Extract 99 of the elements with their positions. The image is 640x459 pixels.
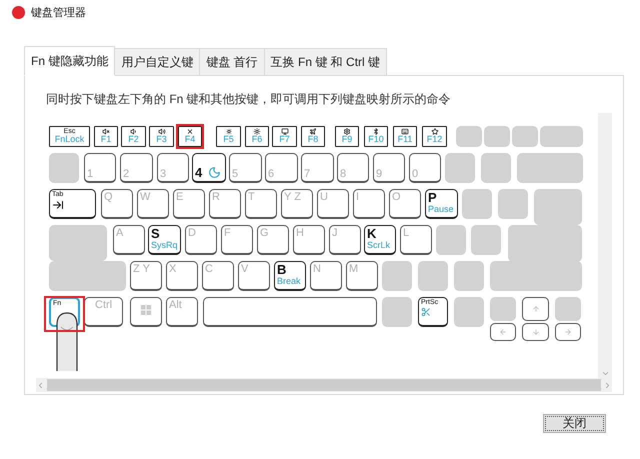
tab[interactable]: 用户自定义键 — [114, 48, 200, 75]
app-logo-icon — [12, 6, 25, 18]
blank-key — [418, 261, 448, 291]
blank-key — [462, 189, 492, 219]
key-label: 9 — [376, 168, 382, 180]
blank-key — [512, 126, 538, 147]
key-function-label: F3 — [156, 135, 167, 145]
blank-key — [456, 126, 482, 147]
key-label: E — [176, 191, 184, 204]
blank-key — [454, 261, 484, 291]
blank-key — [436, 225, 466, 255]
scrollbar-thumb[interactable] — [47, 379, 601, 391]
key-function-label: F2 — [128, 135, 139, 145]
blank-key — [498, 189, 528, 219]
key-label: D — [188, 227, 196, 240]
key-label: 2 — [123, 168, 130, 180]
blank-key — [555, 297, 581, 321]
key-function-label: F1 — [100, 135, 112, 145]
key-function-label: FnLock — [54, 135, 84, 146]
blank-key — [49, 153, 79, 183]
scroll-left-icon[interactable] — [36, 380, 45, 390]
arrow-up-icon — [532, 305, 540, 313]
blank-key — [382, 261, 412, 291]
key-label: 5 — [232, 168, 238, 180]
key-label: S — [151, 227, 160, 242]
key-label: Ctrl — [95, 299, 112, 312]
key-label: 1 — [87, 168, 94, 180]
key-function-label: F6 — [252, 135, 262, 145]
key-label: 7 — [304, 168, 310, 180]
key-label: B — [277, 263, 286, 278]
key-function-label: F10 — [368, 135, 384, 145]
key-label: G — [260, 227, 269, 240]
key-function-label: F12 — [426, 135, 442, 145]
key-label: K — [367, 227, 376, 242]
key-function-label: F7 — [279, 135, 290, 145]
key-label: I — [356, 191, 360, 204]
blank-key — [484, 126, 510, 147]
tab[interactable]: 键盘 首行 — [199, 48, 265, 75]
blank-key — [534, 189, 582, 225]
key-function-label: F5 — [223, 135, 234, 145]
arrow-left-icon — [499, 328, 507, 336]
blank-key — [481, 153, 511, 183]
scissors-icon — [421, 306, 431, 317]
key-label: W — [140, 191, 150, 204]
key-function-label: Pause — [428, 205, 454, 216]
key-label: T — [248, 191, 255, 204]
blank-key — [490, 297, 516, 321]
scroll-right-icon[interactable] — [603, 380, 612, 390]
key-label: 0 — [412, 168, 418, 180]
arrow-right-icon — [564, 328, 572, 336]
moon-icon — [208, 166, 222, 180]
blank-key — [517, 153, 583, 183]
key-label: O — [392, 191, 401, 204]
instruction-text: 同时按下键盘左下角的 Fn 键和其他按键，即可调用下列键盘映射所示的命令 — [45, 91, 452, 105]
tab[interactable]: 互换 Fn 键 和 Ctrl 键 — [264, 48, 388, 75]
key-function-label: F11 — [398, 135, 412, 145]
arrow-down-icon — [532, 328, 540, 336]
horizontal-scrollbar[interactable] — [36, 378, 612, 392]
blank-key — [454, 297, 484, 327]
key-function-label: Break — [277, 277, 301, 288]
tab-arrow-icon — [52, 198, 64, 211]
finger-drawing — [54, 311, 80, 371]
key-function-label: F4 — [184, 135, 196, 145]
blank-key — [471, 225, 501, 255]
blank-key — [49, 225, 107, 261]
key-label: 6 — [268, 168, 274, 180]
key-label: Alt — [169, 299, 182, 312]
close-button[interactable]: 关闭 — [543, 414, 606, 433]
key-label: Z Y — [133, 263, 150, 276]
key-label: 3 — [160, 168, 166, 180]
windows-logo-icon — [141, 305, 151, 315]
key-label: 4 — [195, 166, 202, 180]
blank-key — [540, 126, 583, 147]
window-title: 键盘管理器 — [31, 6, 86, 20]
key-label: J — [332, 227, 338, 240]
key-function-label: F9 — [342, 135, 352, 145]
key-label: V — [241, 263, 248, 276]
key-label: H — [296, 227, 304, 240]
blank-key — [445, 153, 475, 183]
key-label: P — [428, 191, 437, 206]
key-function-label: F8 — [308, 135, 318, 145]
key-label: Y Z — [284, 191, 301, 204]
key-label: X — [169, 263, 176, 276]
key-label: L — [403, 227, 410, 240]
key-label: A — [116, 227, 124, 240]
key-label: 8 — [340, 168, 346, 180]
scroll-down-icon[interactable] — [600, 369, 610, 378]
key-label: R — [212, 191, 220, 204]
key-function-label: SysRq — [151, 241, 178, 252]
key-label: M — [349, 263, 358, 276]
key-label: N — [313, 263, 321, 276]
key-label: Q — [104, 191, 113, 204]
blank-key — [382, 297, 412, 327]
key-function-label: ScrLk — [367, 241, 390, 252]
vertical-scrollbar[interactable] — [598, 113, 612, 378]
key-label: U — [320, 191, 328, 204]
tab[interactable]: Fn 键隐藏功能 — [24, 46, 116, 76]
key-label: F — [224, 227, 231, 240]
key-label: C — [205, 263, 213, 276]
